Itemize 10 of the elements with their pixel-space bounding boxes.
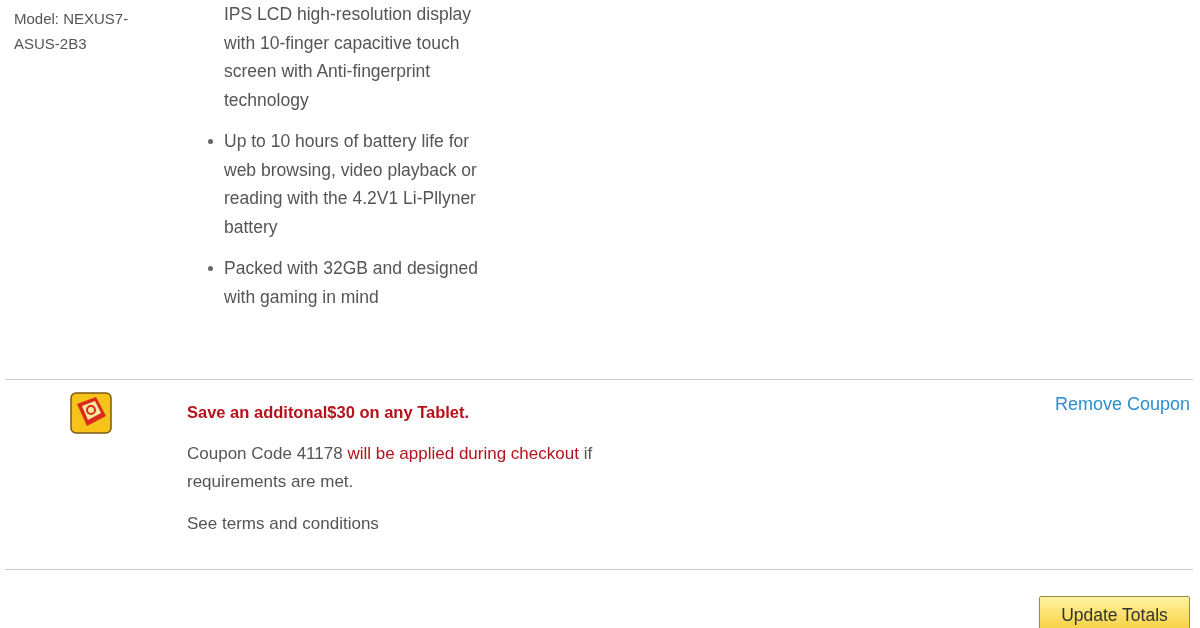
feature-text: Packed with 32GB and designed with gaming in mind (224, 257, 479, 309)
feature-text: Up to 10 hours of battery life for web browsing, video playback or reading with the 4.2V1 Li-Pllyner battery (224, 130, 478, 239)
coupon-headline: Save an additonal$30 on any Tablet. (187, 402, 471, 423)
coupon-details: Coupon Code 41178 will be applied during checkout if requirements are met. (187, 443, 594, 493)
coupon-icon (70, 392, 112, 434)
remove-coupon-link[interactable]: Remove Coupon (1054, 392, 1190, 416)
update-totals-button[interactable]: Update Totals (1039, 596, 1190, 628)
terms-text: See terms and conditions (187, 513, 380, 535)
feature-text: IPS LCD high-resolution display with 10-finger capacitive touch screen with Anti-fingerprint technology (224, 3, 473, 112)
model-number: Model: NEXUS7-ASUS-2B3 (14, 9, 130, 54)
